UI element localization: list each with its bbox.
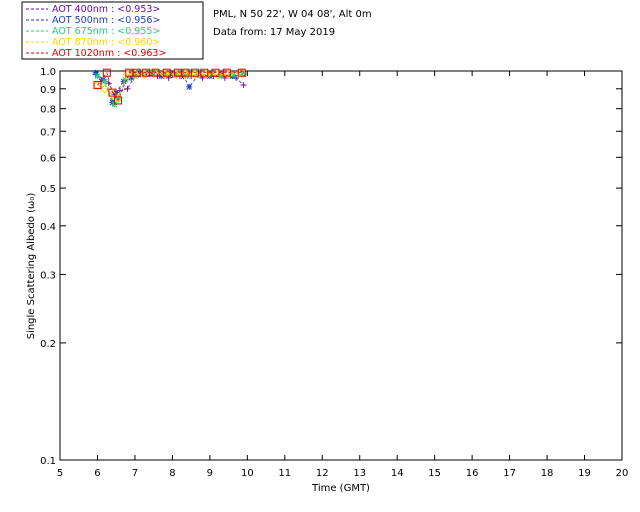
y-tick-label: 0.7 <box>40 127 56 138</box>
x-tick-label: 14 <box>391 468 404 479</box>
axis-ticks: 5 6 7 8 9 10 11 12 13 14 15 16 17 18 19 20 1.0 0.9 0.8 0.7 0… <box>40 67 628 479</box>
x-tick-label: 19 <box>578 468 591 479</box>
y-tick-label: 0.1 <box>40 456 56 467</box>
x-tick-label: 8 <box>169 468 175 479</box>
data-point <box>101 78 108 85</box>
x-tick-label: 20 <box>616 468 629 479</box>
legend-label: AOT 500nm : <0.956> <box>52 15 160 26</box>
x-tick-label: 18 <box>541 468 554 479</box>
data-point <box>124 85 131 92</box>
x-axis-label: Time (GMT) <box>311 483 370 494</box>
data-point <box>186 83 193 90</box>
y-tick-label: 1.0 <box>40 67 56 78</box>
y-tick-label: 0.9 <box>40 85 56 96</box>
data-point <box>92 80 103 90</box>
y-axis-label: Single Scattering Albedo (ω₀) <box>26 193 37 340</box>
x-tick-label: 7 <box>132 468 138 479</box>
legend-label: AOT 400nm : <0.953> <box>52 4 160 15</box>
x-tick-label: 10 <box>241 468 254 479</box>
legend-label: AOT 1020nm : <0.963> <box>52 48 166 59</box>
y-tick-label: 0.4 <box>40 222 56 233</box>
data-date: Data from: 17 May 2019 <box>213 27 335 38</box>
site-info: PML, N 50 22', W 04 08', Alt 0m <box>213 9 372 20</box>
y-tick-label: 0.2 <box>40 339 56 350</box>
x-tick-label: 16 <box>466 468 479 479</box>
x-tick-label: 15 <box>428 468 441 479</box>
data-point <box>94 73 101 80</box>
ssa-chart: AOT 400nm : <0.953>AOT 500nm : <0.956>AO… <box>21 1 628 494</box>
legend-label: AOT 870nm : <0.960> <box>52 37 160 48</box>
data-points <box>92 67 247 108</box>
plot-frame <box>59 70 623 461</box>
x-tick-label: 5 <box>57 468 63 479</box>
y-tick-label: 0.8 <box>40 105 56 116</box>
x-tick-label: 9 <box>207 468 213 479</box>
legend-label: AOT 675nm : <0.955> <box>52 26 160 37</box>
y-tick-label: 0.5 <box>40 184 56 195</box>
x-tick-label: 6 <box>94 468 100 479</box>
x-tick-label: 12 <box>316 468 329 479</box>
data-point <box>240 82 247 89</box>
y-tick-label: 0.6 <box>40 153 56 164</box>
x-tick-label: 13 <box>353 468 366 479</box>
x-tick-label: 11 <box>278 468 291 479</box>
data-point <box>93 81 102 90</box>
y-tick-label: 0.3 <box>40 270 56 281</box>
x-tick-label: 17 <box>503 468 516 479</box>
